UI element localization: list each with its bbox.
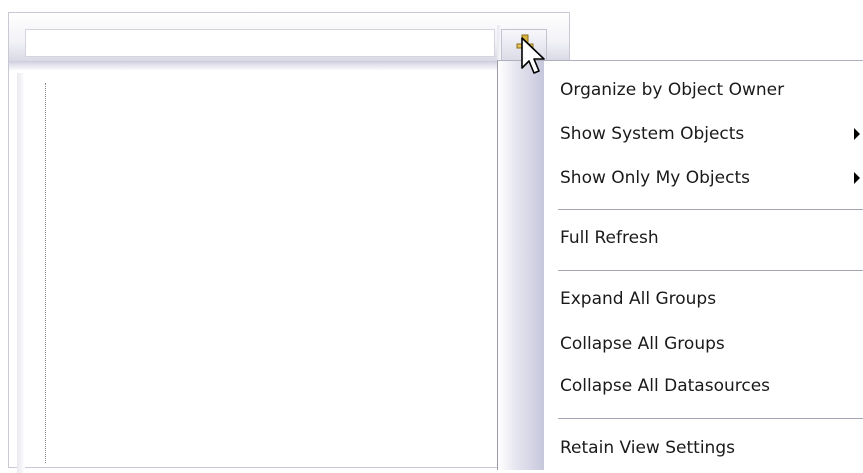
tree-guide-line — [45, 83, 46, 463]
panel-title-field — [25, 29, 495, 57]
mouse-pointer-icon — [521, 37, 545, 74]
menu-item-label: Organize by Object Owner — [560, 80, 785, 100]
menu-item-label: Show Only My Objects — [560, 168, 750, 188]
menu-item-label: Collapse All Groups — [560, 334, 725, 354]
panel-header — [9, 13, 569, 62]
header-shadow — [9, 61, 569, 71]
menu-item-show-only-my-objects[interactable]: Show Only My Objects — [560, 156, 860, 200]
object-browser-panel — [8, 12, 570, 473]
menu-item-label: Show System Objects — [560, 124, 745, 144]
menu-item-label: Expand All Groups — [560, 289, 717, 309]
menu-item-label: Collapse All Datasources — [560, 376, 771, 396]
panel-left-edge — [17, 73, 25, 473]
menu-item-label: Full Refresh — [560, 228, 659, 248]
menu-item-full-refresh[interactable]: Full Refresh — [560, 216, 860, 260]
menu-icon-gutter — [498, 61, 544, 470]
menu-item-organize-by-object-owner[interactable]: Organize by Object Owner — [560, 68, 860, 112]
menu-item-expand-all-groups[interactable]: Expand All Groups — [560, 277, 860, 321]
menu-item-label: Retain View Settings — [560, 438, 735, 458]
submenu-arrow-icon — [854, 128, 860, 140]
context-menu: Organize by Object Owner Show System Obj… — [497, 60, 863, 470]
menu-separator — [558, 209, 863, 210]
submenu-arrow-icon — [854, 172, 860, 184]
menu-separator — [558, 270, 863, 271]
menu-item-show-system-objects[interactable]: Show System Objects — [560, 112, 860, 156]
menu-item-collapse-all-datasources[interactable]: Collapse All Datasources — [560, 364, 860, 408]
menu-item-retain-view-settings[interactable]: Retain View Settings — [560, 426, 860, 470]
menu-separator — [558, 418, 863, 419]
menu-item-collapse-all-groups[interactable]: Collapse All Groups — [560, 322, 860, 366]
